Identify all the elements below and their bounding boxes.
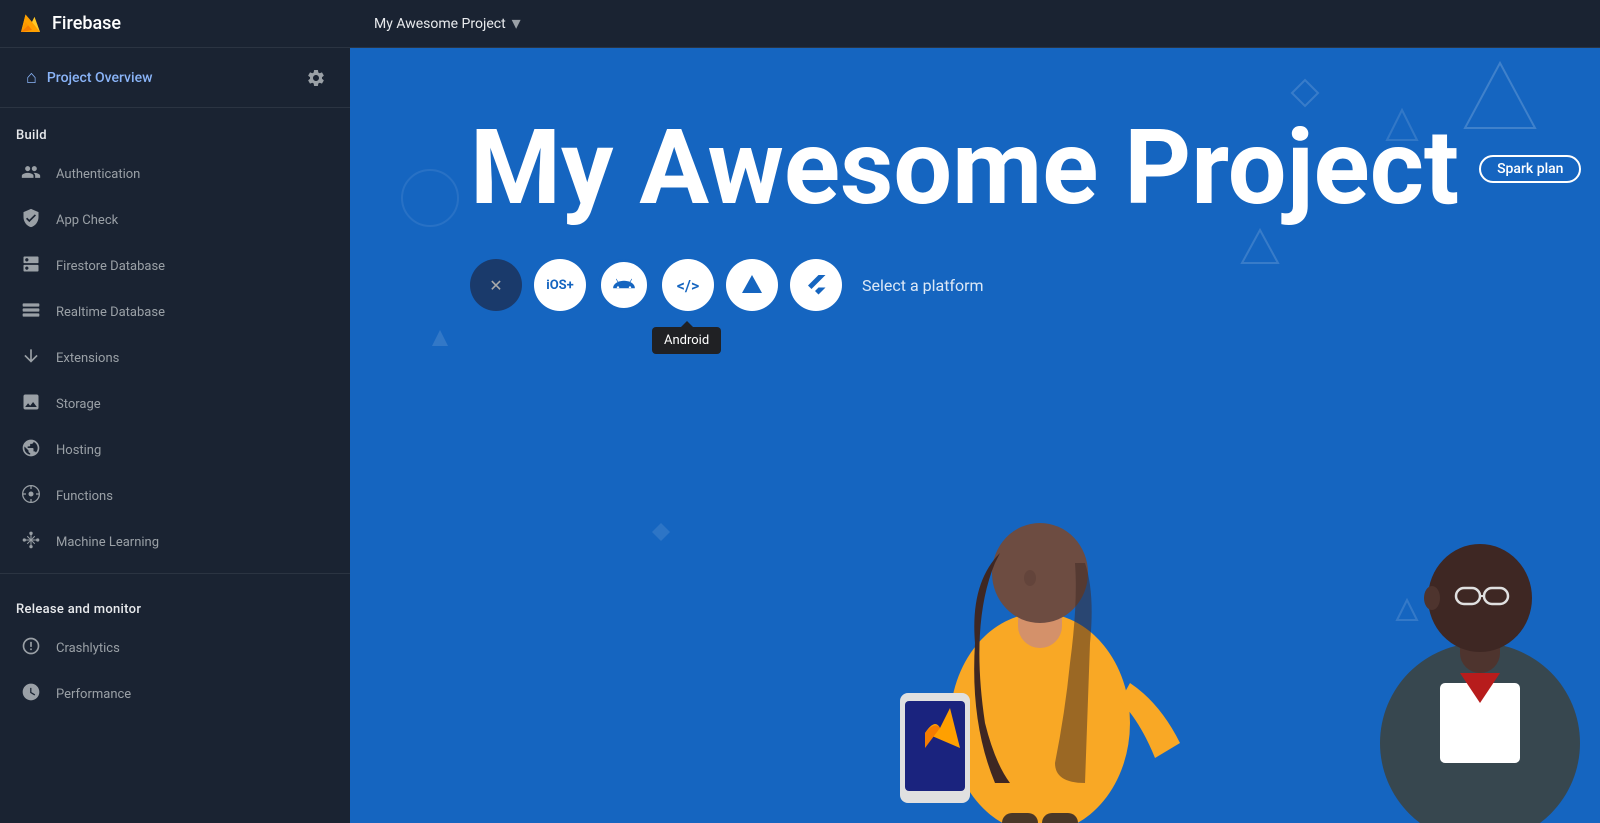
- firebase-logo-icon: [16, 10, 44, 38]
- sidebar: ⌂ Project Overview Build Authentication …: [0, 48, 350, 823]
- project-overview-button[interactable]: ⌂ Project Overview: [16, 59, 298, 96]
- firestore-icon: [20, 254, 42, 279]
- select-platform-text: Select a platform: [862, 276, 984, 295]
- main-content: My Awesome Project Spark plan ✕ iOS+: [350, 48, 1600, 823]
- project-dropdown-chevron: ▾: [512, 13, 521, 34]
- sidebar-item-app-check[interactable]: App Check: [0, 197, 350, 243]
- release-section-title: Release and monitor: [0, 582, 350, 625]
- hosting-icon: [20, 438, 42, 463]
- sidebar-item-firestore-database[interactable]: Firestore Database: [0, 243, 350, 289]
- storage-label: Storage: [56, 397, 101, 412]
- firebase-logo: Firebase: [16, 10, 121, 38]
- project-overview-label: Project Overview: [47, 70, 153, 86]
- project-title: My Awesome Project: [470, 108, 1459, 229]
- unity-icon: [740, 273, 764, 297]
- realtime-database-label: Realtime Database: [56, 305, 165, 320]
- crashlytics-label: Crashlytics: [56, 641, 120, 656]
- extensions-icon: [20, 346, 42, 371]
- sidebar-header: ⌂ Project Overview: [0, 48, 350, 108]
- project-name-text: My Awesome Project: [374, 16, 506, 32]
- functions-icon: [20, 484, 42, 509]
- hero-illustration-svg: [700, 303, 1600, 823]
- sidebar-item-machine-learning[interactable]: Machine Learning: [0, 519, 350, 565]
- hero-title-row: My Awesome Project Spark plan: [470, 108, 1600, 229]
- firebase-logo-text: Firebase: [52, 13, 121, 34]
- flutter-icon: [804, 273, 828, 297]
- android-icon: [611, 272, 637, 298]
- sidebar-item-hosting[interactable]: Hosting: [0, 427, 350, 473]
- sidebar-item-storage[interactable]: Storage: [0, 381, 350, 427]
- functions-label: Functions: [56, 489, 113, 504]
- settings-button[interactable]: [298, 60, 334, 96]
- sidebar-item-functions[interactable]: Functions: [0, 473, 350, 519]
- extensions-label: Extensions: [56, 351, 119, 366]
- sidebar-item-realtime-database[interactable]: Realtime Database: [0, 289, 350, 335]
- realtime-database-icon: [20, 300, 42, 325]
- hero-section: My Awesome Project Spark plan ✕ iOS+: [350, 48, 1600, 311]
- gear-icon: [306, 68, 326, 88]
- performance-icon: [20, 682, 42, 707]
- sidebar-item-crashlytics[interactable]: Crashlytics: [0, 625, 350, 671]
- build-section-title: Build: [0, 108, 350, 151]
- app-check-label: App Check: [56, 213, 118, 228]
- storage-icon: [20, 392, 42, 417]
- hero-illustration: [350, 303, 1600, 823]
- sidebar-item-extensions[interactable]: Extensions: [0, 335, 350, 381]
- machine-learning-label: Machine Learning: [56, 535, 159, 550]
- app-check-icon: [20, 208, 42, 233]
- firestore-label: Firestore Database: [56, 259, 165, 274]
- hosting-label: Hosting: [56, 443, 101, 458]
- sidebar-divider: [0, 573, 350, 574]
- sidebar-item-authentication[interactable]: Authentication: [0, 151, 350, 197]
- top-bar-left: Firebase: [16, 10, 366, 38]
- top-bar: Firebase My Awesome Project ▾: [0, 0, 1600, 48]
- authentication-label: Authentication: [56, 167, 140, 182]
- performance-label: Performance: [56, 687, 131, 702]
- crashlytics-icon: [20, 636, 42, 661]
- authentication-icon: [20, 162, 42, 187]
- home-icon: ⌂: [26, 67, 37, 88]
- spark-plan-badge[interactable]: Spark plan: [1479, 155, 1581, 183]
- web-icon: </>: [677, 276, 700, 295]
- ios-icon: iOS+: [546, 278, 574, 293]
- main-layout: ⌂ Project Overview Build Authentication …: [0, 48, 1600, 823]
- project-name-dropdown[interactable]: My Awesome Project ▾: [366, 9, 529, 38]
- machine-learning-icon: [20, 530, 42, 555]
- sidebar-item-performance[interactable]: Performance: [0, 671, 350, 717]
- close-icon: ✕: [489, 276, 502, 295]
